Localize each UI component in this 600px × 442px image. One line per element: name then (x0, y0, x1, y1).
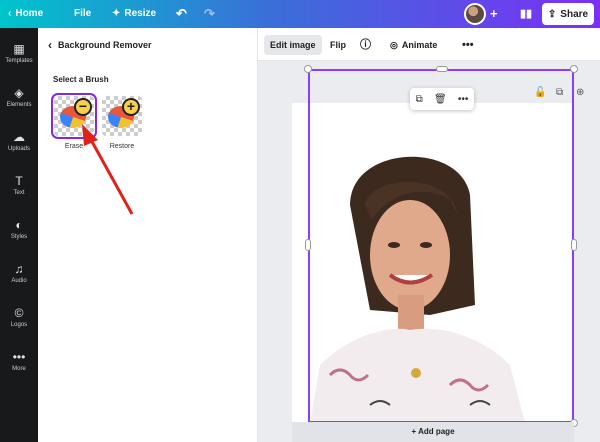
rail-item-label: Logos (10, 321, 28, 328)
share-label: Share (560, 8, 589, 20)
selection-frame[interactable] (308, 69, 574, 423)
styles-icon: ◐ (15, 217, 23, 232)
add-page-button[interactable]: + Add page (292, 422, 574, 442)
animate-icon: ◎ (390, 40, 398, 50)
uploads-icon: ☁ (13, 129, 25, 144)
file-label: File (74, 8, 92, 19)
redo-icon[interactable]: ↷ (204, 0, 215, 28)
chevron-left-icon: ‹ (8, 8, 12, 19)
top-bar: ‹ Home File ✦ Resize ↶ ↷ + ▮▮ ⇪ Share (0, 0, 600, 28)
rail-item-label: More (12, 365, 26, 372)
resize-handle[interactable] (570, 65, 578, 73)
templates-icon: ▦ (13, 41, 25, 56)
plus-icon: + (122, 98, 140, 116)
more-icon[interactable]: ••• (458, 94, 469, 105)
undo-icon[interactable]: ↶ (176, 0, 187, 28)
file-menu-button[interactable]: File (74, 0, 91, 28)
rail-item-label: Audio (11, 277, 27, 284)
minus-icon: − (74, 98, 92, 116)
upload-icon: ⇪ (547, 8, 557, 20)
rail-item-styles[interactable]: ◐ Styles (0, 208, 38, 250)
home-label: Home (15, 8, 44, 19)
canvas-area: 🔓 ⧉ ⊕ ⧉ 🗑 ••• + Add page (258, 61, 600, 442)
resize-handle[interactable] (305, 239, 311, 251)
rail-item-uploads[interactable]: ☁ Uploads (0, 120, 38, 162)
back-button[interactable]: ‹ Background Remover (48, 38, 152, 52)
rail-item-logos[interactable]: © Logos (0, 296, 38, 338)
edit-image-button[interactable]: Edit image (264, 35, 322, 55)
side-rail: ▦ Templates ◈ Elements ☁ Uploads T Text … (0, 28, 38, 442)
info-icon[interactable]: ⓘ (354, 35, 377, 55)
sparkle-icon: ✦ (112, 8, 121, 19)
audio-icon: ♫ (14, 261, 24, 276)
rail-item-audio[interactable]: ♫ Audio (0, 252, 38, 294)
resize-handle[interactable] (571, 239, 577, 251)
animate-label: Animate (401, 40, 438, 50)
more-options-icon[interactable]: ••• (456, 35, 480, 55)
logos-icon: © (14, 305, 24, 320)
element-floating-toolbar: ⧉ 🗑 ••• (410, 88, 474, 110)
resize-handle[interactable] (304, 65, 312, 73)
rail-item-text[interactable]: T Text (0, 164, 38, 206)
resize-handle[interactable] (436, 66, 448, 72)
rail-item-label: Templates (5, 57, 33, 64)
chevron-left-icon: ‹ (48, 38, 52, 52)
share-button[interactable]: ⇪ Share (542, 3, 594, 25)
rail-item-label: Text (13, 189, 25, 196)
flip-button[interactable]: Flip (324, 35, 352, 55)
restore-brush-button[interactable]: + (102, 96, 142, 136)
chart-icon[interactable]: ▮▮ (520, 0, 532, 28)
text-icon: T (15, 173, 23, 188)
trash-icon[interactable]: 🗑 (434, 94, 447, 105)
flip-label: Flip (330, 40, 346, 50)
add-page-icon[interactable]: ⊕ (576, 87, 584, 98)
rail-item-label: Styles (10, 233, 28, 240)
copy-icon[interactable]: ⧉ (416, 94, 423, 105)
rail-item-elements[interactable]: ◈ Elements (0, 76, 38, 118)
edit-image-label: Edit image (270, 40, 316, 50)
panel-title: Background Remover (58, 40, 152, 50)
animate-button[interactable]: ◎ Animate (384, 35, 443, 55)
background-remover-panel: ‹ Background Remover Select a Brush − Er… (38, 28, 258, 442)
resize-label: Resize (124, 8, 157, 19)
rail-item-templates[interactable]: ▦ Templates (0, 32, 38, 74)
erase-brush-button[interactable]: − (51, 93, 97, 139)
avatar[interactable] (464, 3, 486, 25)
elements-icon: ◈ (14, 85, 24, 100)
rail-item-label: Uploads (7, 145, 30, 152)
brush-section-title: Select a Brush (53, 75, 109, 84)
resize-button[interactable]: ✦ Resize (112, 0, 156, 28)
erase-label: Erase (64, 143, 84, 150)
image-toolbar: Edit image Flip ⓘ ◎ Animate ••• (258, 28, 600, 61)
more-icon: ••• (12, 349, 26, 364)
rail-item-label: Elements (6, 101, 32, 108)
rail-item-more[interactable]: ••• More (0, 340, 38, 382)
plus-icon[interactable]: + (490, 0, 498, 28)
home-button[interactable]: ‹ Home (8, 0, 43, 28)
restore-label: Restore (109, 143, 135, 150)
